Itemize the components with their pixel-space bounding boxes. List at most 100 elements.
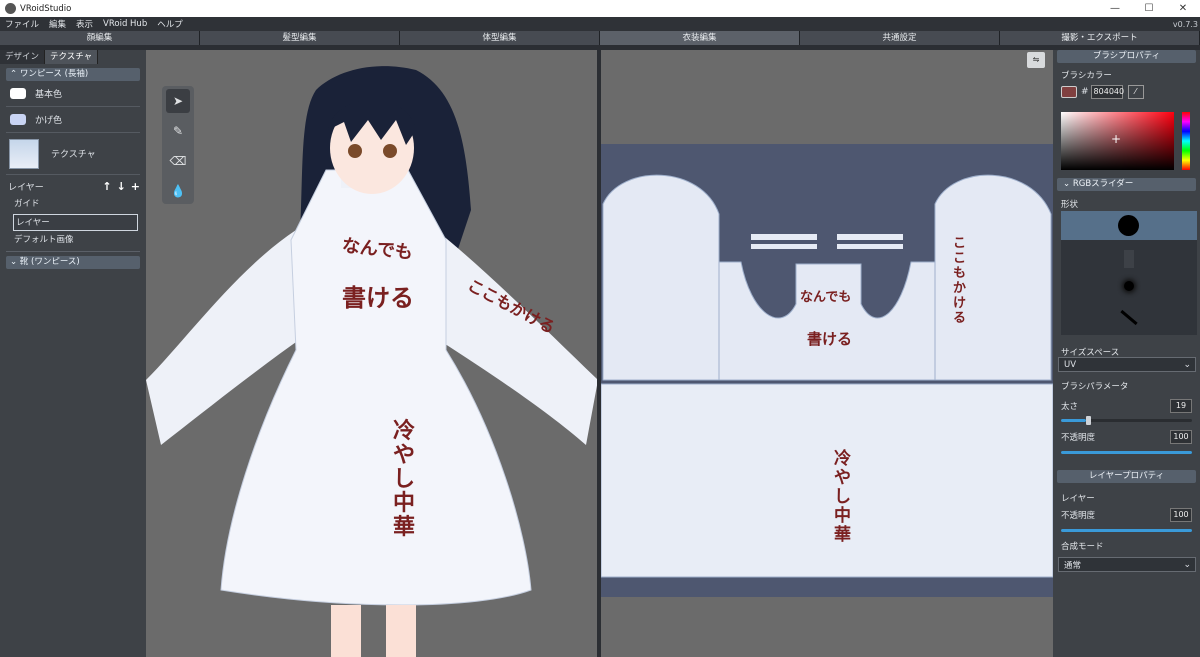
tab-photo-export[interactable]: 撮影・エクスポート (1000, 31, 1200, 45)
app-icon (5, 3, 16, 14)
rgb-slider-label: RGBスライダー (1072, 179, 1134, 189)
eraser-tool-icon[interactable]: ⌫ (166, 149, 190, 173)
section-shoes-label: 靴 (ワンピース) (19, 257, 80, 267)
maximize-button[interactable]: ☐ (1132, 0, 1166, 17)
uv-text-3: ここもかける (953, 236, 967, 326)
rgb-slider-toggle[interactable]: ⌄ RGBスライダー (1057, 178, 1196, 191)
shade-color-label: かげ色 (35, 116, 63, 126)
blend-mode-label: 合成モード (1061, 542, 1104, 552)
layer-down-icon[interactable]: ↓ (117, 180, 126, 193)
hue-slider[interactable] (1182, 112, 1190, 170)
base-color-label: 基本色 (35, 90, 63, 100)
layer-opacity-slider[interactable] (1061, 529, 1192, 532)
drawn-text-2: 書ける (342, 284, 414, 312)
tool-palette: ➤ ✎ ⌫ 💧 (162, 86, 194, 204)
layer-opacity-row: 不透明度 100 (1061, 508, 1192, 522)
brush-shape-round-icon[interactable] (1118, 215, 1139, 236)
layer-default-image[interactable]: デフォルト画像 (14, 232, 138, 249)
thickness-input[interactable]: 19 (1170, 399, 1192, 413)
thickness-row: 太さ 19 (1061, 399, 1192, 413)
texture-thumbnail[interactable] (9, 138, 39, 169)
thickness-knob[interactable] (1085, 416, 1091, 425)
base-color-row[interactable]: 基本色 (6, 81, 140, 107)
thickness-label: 太さ (1061, 402, 1079, 412)
main-tab-bar: 顔編集 髪型編集 体型編集 衣装編集 共通設定 撮影・エクスポート (0, 31, 1200, 45)
viewport-3d[interactable]: なんでも 書ける ここもかける 冷やし中華 ➤ ✎ ⌫ 💧 (146, 50, 597, 657)
tab-hair-edit[interactable]: 髪型編集 (200, 31, 400, 45)
collapse-down-icon: ⌄ (10, 257, 20, 267)
brush-shape-list (1061, 211, 1197, 335)
size-space-dropdown[interactable]: UV ⌄ (1058, 357, 1196, 372)
opacity-label: 不透明度 (1061, 433, 1096, 443)
section-shoes-header[interactable]: ⌄ 靴 (ワンピース) (6, 256, 140, 269)
menu-vroid-hub[interactable]: VRoid Hub (98, 19, 152, 29)
shade-color-swatch[interactable] (10, 114, 26, 125)
collapse-up-icon: ⌃ (10, 69, 20, 79)
select-tool-icon[interactable]: ➤ (166, 89, 190, 113)
swap-view-button[interactable]: ⇋ (1027, 52, 1045, 68)
thickness-slider[interactable] (1061, 416, 1192, 425)
shade-color-row[interactable]: かげ色 (6, 107, 140, 133)
sub-tab-bar: デザイン テクスチャ (0, 50, 146, 64)
right-panel: ブラシプロパティ ブラシカラー # 804040 ⁄ + ⌄ RGBスライダー … (1053, 50, 1200, 657)
brush-color-row: # 804040 ⁄ (1061, 85, 1192, 99)
character-model (146, 66, 597, 657)
base-color-swatch[interactable] (10, 88, 26, 99)
menu-file[interactable]: ファイル (0, 18, 44, 30)
blend-mode-dropdown[interactable]: 通常 ⌄ (1058, 557, 1196, 572)
tab-design[interactable]: デザイン (0, 50, 46, 64)
fill-tool-icon[interactable]: 💧 (166, 179, 190, 203)
menu-view[interactable]: 表示 (71, 18, 98, 30)
saturation-value-picker[interactable]: + (1061, 112, 1174, 170)
tab-outfit-edit[interactable]: 衣装編集 (600, 31, 800, 45)
size-space-value: UV (1064, 359, 1077, 370)
layer-layer[interactable]: レイヤー (13, 214, 138, 231)
layer-opacity-label: 不透明度 (1061, 511, 1096, 521)
section-onepiece-header[interactable]: ⌃ ワンピース (長袖) (6, 68, 140, 81)
viewport-2d[interactable]: ⇋ なんでも 書ける ここもかける 冷やし中華 (601, 50, 1053, 657)
menu-edit[interactable]: 編集 (44, 18, 71, 30)
version-label: v0.7.3 (1172, 19, 1198, 29)
section-onepiece-label: ワンピース (長袖) (19, 69, 89, 79)
thickness-fill (1061, 419, 1086, 422)
menu-help[interactable]: ヘルプ (152, 18, 188, 30)
opacity-row: 不透明度 100 (1061, 430, 1192, 444)
window-title: VRoidStudio (20, 3, 72, 14)
layer-up-icon[interactable]: ↑ (102, 180, 111, 193)
layer-guide[interactable]: ガイド (14, 196, 138, 213)
brush-shape-blur-icon[interactable] (1124, 281, 1134, 291)
chevron-down-icon: ⌄ (1183, 359, 1191, 370)
texture-label: テクスチャ (51, 150, 96, 160)
brush-params-label: ブラシパラメータ (1061, 382, 1129, 392)
picker-crosshair-icon: + (1111, 132, 1122, 146)
divider (6, 251, 140, 252)
opacity-slider[interactable] (1061, 451, 1192, 454)
layer-props-header: レイヤープロパティ (1057, 470, 1196, 483)
layer-opacity-fill (1061, 529, 1192, 532)
brush-color-chip[interactable] (1061, 86, 1077, 98)
uv-texture-area: なんでも 書ける ここもかける 冷やし中華 (601, 144, 1053, 597)
uv-texture (601, 174, 1053, 578)
layer-add-icon[interactable]: + (131, 180, 140, 193)
chevron-down-icon: ⌄ (1183, 559, 1191, 570)
tab-common-settings[interactable]: 共通設定 (800, 31, 1000, 45)
hex-input[interactable]: 804040 (1090, 85, 1124, 99)
layer-opacity-input[interactable]: 100 (1170, 508, 1192, 522)
uv-text-1: なんでも (800, 290, 852, 305)
brush-shape-soft-icon[interactable] (1124, 250, 1134, 268)
brush-props-header: ブラシプロパティ (1057, 50, 1196, 63)
brush-shape-line-icon[interactable] (1120, 309, 1138, 326)
opacity-fill (1061, 451, 1192, 454)
tab-body-edit[interactable]: 体型編集 (400, 31, 600, 45)
texture-row[interactable]: テクスチャ (6, 133, 140, 175)
eyedropper-icon[interactable]: ⁄ (1127, 85, 1144, 99)
blend-mode-value: 通常 (1064, 560, 1082, 571)
minimize-button[interactable]: — (1098, 0, 1132, 17)
drawn-text-4: 冷やし中華 (393, 419, 416, 540)
pen-tool-icon[interactable]: ✎ (166, 119, 190, 143)
hex-prefix: # (1081, 87, 1089, 97)
opacity-input[interactable]: 100 (1170, 430, 1192, 444)
tab-texture[interactable]: テクスチャ (45, 50, 99, 64)
close-button[interactable]: ✕ (1166, 0, 1200, 17)
tab-face-edit[interactable]: 顔編集 (0, 31, 200, 45)
